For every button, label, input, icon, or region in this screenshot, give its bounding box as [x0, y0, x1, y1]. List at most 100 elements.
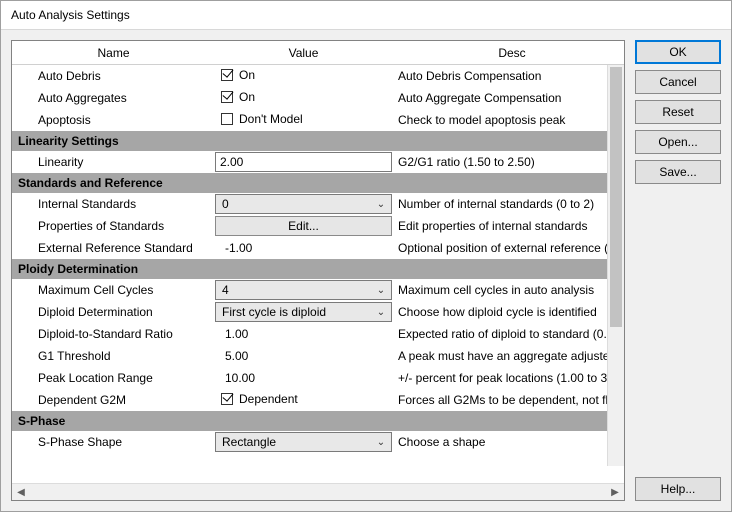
row-diploid-determination[interactable]: Diploid Determination First cycle is dip…: [12, 301, 607, 323]
s-phase-shape-select[interactable]: Rectangle ⌄: [215, 432, 392, 452]
checkbox-icon[interactable]: [221, 91, 233, 103]
save-button[interactable]: Save...: [635, 160, 721, 184]
reset-button[interactable]: Reset: [635, 100, 721, 124]
cell-value[interactable]: 5.00: [215, 347, 392, 365]
cancel-button[interactable]: Cancel: [635, 70, 721, 94]
cell-name: S-Phase Shape: [12, 433, 215, 451]
cell-value[interactable]: On: [215, 66, 392, 86]
col-header-desc[interactable]: Desc: [392, 42, 625, 64]
checkbox-icon[interactable]: [221, 69, 233, 81]
cell-name: Peak Location Range: [12, 369, 215, 387]
grid-header: Name Value Desc: [12, 41, 624, 65]
titlebar: Auto Analysis Settings: [1, 1, 731, 30]
cell-name: Dependent G2M: [12, 391, 215, 409]
section-ploidy: Ploidy Determination: [12, 259, 607, 279]
cell-desc: +/- percent for peak locations (1.00 to …: [392, 369, 607, 387]
cell-desc: Choose a shape: [392, 433, 607, 451]
section-label: S-Phase: [14, 412, 71, 430]
horizontal-scrollbar[interactable]: ◀ ▶: [12, 483, 624, 500]
checkbox-label: Don't Model: [239, 112, 303, 126]
cell-value: 4 ⌄: [215, 279, 392, 301]
row-max-cell-cycles[interactable]: Maximum Cell Cycles 4 ⌄ Maximum cell cyc…: [12, 279, 607, 301]
cell-name: Diploid-to-Standard Ratio: [12, 325, 215, 343]
client-area: Name Value Desc Auto Debris On: [1, 30, 731, 511]
section-label: Standards and Reference: [14, 174, 169, 192]
row-external-reference[interactable]: External Reference Standard -1.00 Option…: [12, 237, 607, 259]
scroll-thumb[interactable]: [610, 67, 622, 327]
select-value: First cycle is diploid: [222, 305, 326, 319]
row-internal-standards[interactable]: Internal Standards 0 ⌄ Number of interna…: [12, 193, 607, 215]
cell-name: Auto Debris: [12, 67, 215, 85]
row-diploid-ratio[interactable]: Diploid-to-Standard Ratio 1.00 Expected …: [12, 323, 607, 345]
button-label: Edit...: [288, 219, 319, 233]
row-properties-standards[interactable]: Properties of Standards Edit... Edit pro…: [12, 215, 607, 237]
cell-value[interactable]: 1.00: [215, 325, 392, 343]
row-auto-debris[interactable]: Auto Debris On Auto Debris Compensation: [12, 65, 607, 87]
value-text: -1.00: [221, 241, 252, 255]
max-cycles-select[interactable]: 4 ⌄: [215, 280, 392, 300]
checkbox-label: On: [239, 68, 255, 82]
cell-value[interactable]: -1.00: [215, 239, 392, 257]
dialog-window: Auto Analysis Settings Name Value Desc A…: [0, 0, 732, 512]
section-linearity: Linearity Settings: [12, 131, 607, 151]
diploid-determination-select[interactable]: First cycle is diploid ⌄: [215, 302, 392, 322]
row-g1-threshold[interactable]: G1 Threshold 5.00 A peak must have an ag…: [12, 345, 607, 367]
cell-desc: A peak must have an aggregate adjusted r…: [392, 347, 607, 365]
internal-standards-select[interactable]: 0 ⌄: [215, 194, 392, 214]
value-text: 5.00: [221, 349, 248, 363]
checkbox-icon[interactable]: [221, 113, 233, 125]
scroll-left-icon[interactable]: ◀: [14, 486, 28, 499]
cell-value[interactable]: Dependent: [215, 390, 392, 410]
cell-name: G1 Threshold: [12, 347, 215, 365]
cell-name: Internal Standards: [12, 195, 215, 213]
row-dependent-g2m[interactable]: Dependent G2M Dependent Forces all G2Ms …: [12, 389, 607, 411]
cell-name: Apoptosis: [12, 111, 215, 129]
ok-button[interactable]: OK: [635, 40, 721, 64]
value-text: 1.00: [221, 327, 248, 341]
col-header-name[interactable]: Name: [12, 42, 215, 64]
select-value: Rectangle: [222, 435, 276, 449]
cell-name: External Reference Standard: [12, 239, 215, 257]
cell-desc: Optional position of external reference …: [392, 239, 607, 257]
edit-standards-button[interactable]: Edit...: [215, 216, 392, 236]
window-title: Auto Analysis Settings: [11, 8, 130, 22]
cell-desc: Auto Debris Compensation: [392, 67, 607, 85]
cell-desc: Edit properties of internal standards: [392, 217, 607, 235]
select-value: 0: [222, 197, 229, 211]
grid-body: Auto Debris On Auto Debris Compensation …: [12, 65, 624, 483]
row-apoptosis[interactable]: Apoptosis Don't Model Check to model apo…: [12, 109, 607, 131]
cell-desc: Auto Aggregate Compensation: [392, 89, 607, 107]
cell-desc: Choose how diploid cycle is identified: [392, 303, 607, 321]
cell-name: Maximum Cell Cycles: [12, 281, 215, 299]
cell-value: Rectangle ⌄: [215, 431, 392, 453]
cell-value[interactable]: On: [215, 88, 392, 108]
checkbox-icon[interactable]: [221, 393, 233, 405]
chevron-down-icon: ⌄: [373, 199, 389, 210]
value-text: 10.00: [221, 371, 255, 385]
cell-value[interactable]: Don't Model: [215, 110, 392, 130]
cell-value[interactable]: 10.00: [215, 369, 392, 387]
open-button[interactable]: Open...: [635, 130, 721, 154]
vertical-scrollbar[interactable]: [607, 65, 624, 466]
cell-desc: Forces all G2Ms to be dependent, not flo…: [392, 391, 607, 409]
cell-name: Auto Aggregates: [12, 89, 215, 107]
cell-value: First cycle is diploid ⌄: [215, 301, 392, 323]
chevron-down-icon: ⌄: [373, 285, 389, 296]
col-header-value[interactable]: Value: [215, 42, 392, 64]
cell-desc: Maximum cell cycles in auto analysis: [392, 281, 607, 299]
cell-value: 0 ⌄: [215, 193, 392, 215]
help-button[interactable]: Help...: [635, 477, 721, 501]
checkbox-label: On: [239, 90, 255, 104]
scroll-right-icon[interactable]: ▶: [608, 486, 622, 499]
cell-name: Diploid Determination: [12, 303, 215, 321]
linearity-input[interactable]: [215, 152, 392, 172]
section-label: Linearity Settings: [14, 132, 125, 150]
row-linearity[interactable]: Linearity G2/G1 ratio (1.50 to 2.50): [12, 151, 607, 173]
row-s-phase-shape[interactable]: S-Phase Shape Rectangle ⌄ Choose a shape: [12, 431, 607, 453]
row-auto-aggregates[interactable]: Auto Aggregates On Auto Aggregate Compen…: [12, 87, 607, 109]
cell-desc: Number of internal standards (0 to 2): [392, 195, 607, 213]
row-peak-location[interactable]: Peak Location Range 10.00 +/- percent fo…: [12, 367, 607, 389]
section-label: Ploidy Determination: [14, 260, 144, 278]
button-panel: OK Cancel Reset Open... Save... Help...: [635, 40, 721, 501]
cell-value: Edit...: [215, 215, 392, 237]
